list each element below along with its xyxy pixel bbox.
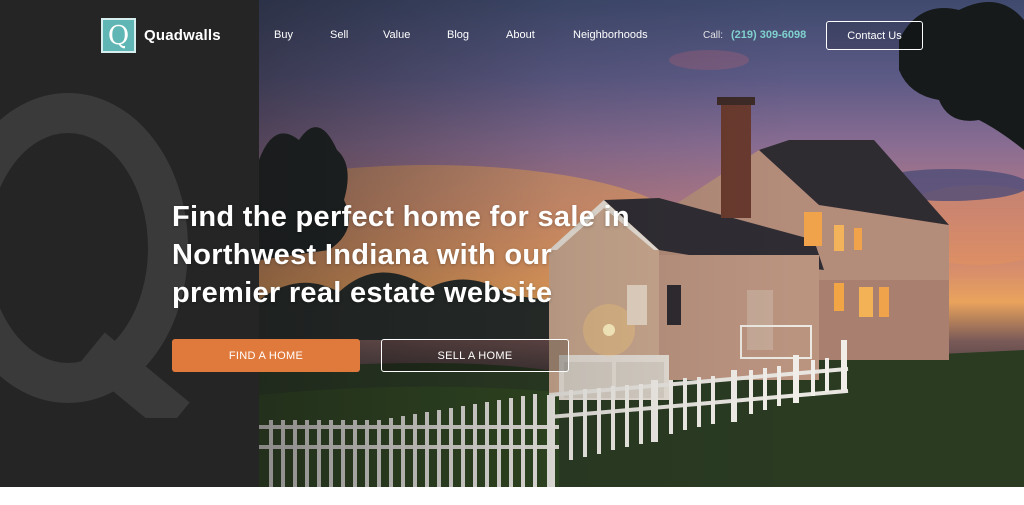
logo-letter: Q	[107, 20, 130, 51]
sell-a-home-button[interactable]: SELL A HOME	[381, 339, 569, 372]
contact-us-button[interactable]: Contact Us	[826, 21, 923, 50]
top-navigation: Q Quadwalls Buy Sell Value Blog About Ne…	[0, 0, 1024, 72]
logo-mark-icon: Q	[101, 18, 136, 53]
brand-name: Quadwalls	[144, 27, 221, 44]
nav-link-neighborhoods[interactable]: Neighborhoods	[573, 29, 648, 41]
nav-link-value[interactable]: Value	[383, 29, 410, 41]
find-a-home-button[interactable]: FIND A HOME	[172, 339, 360, 372]
call-label: Call:	[703, 30, 724, 41]
hero-headline: Find the perfect home for sale in Northw…	[172, 198, 732, 312]
nav-link-about[interactable]: About	[506, 29, 535, 41]
brand-logo[interactable]: Q Quadwalls	[101, 18, 221, 53]
nav-link-sell[interactable]: Sell	[330, 29, 348, 41]
hero-section: Q Quadwalls Buy Sell Value Blog About Ne…	[0, 0, 1024, 487]
headline-line-2: Northwest Indiana with our	[172, 239, 552, 271]
phone-link[interactable]: (219) 309-6098	[731, 29, 806, 41]
nav-link-blog[interactable]: Blog	[447, 29, 469, 41]
nav-link-buy[interactable]: Buy	[274, 29, 293, 41]
headline-line-1: Find the perfect home for sale in	[172, 201, 630, 233]
headline-line-3: premier real estate website	[172, 277, 553, 309]
watermark-q-icon	[0, 93, 190, 418]
